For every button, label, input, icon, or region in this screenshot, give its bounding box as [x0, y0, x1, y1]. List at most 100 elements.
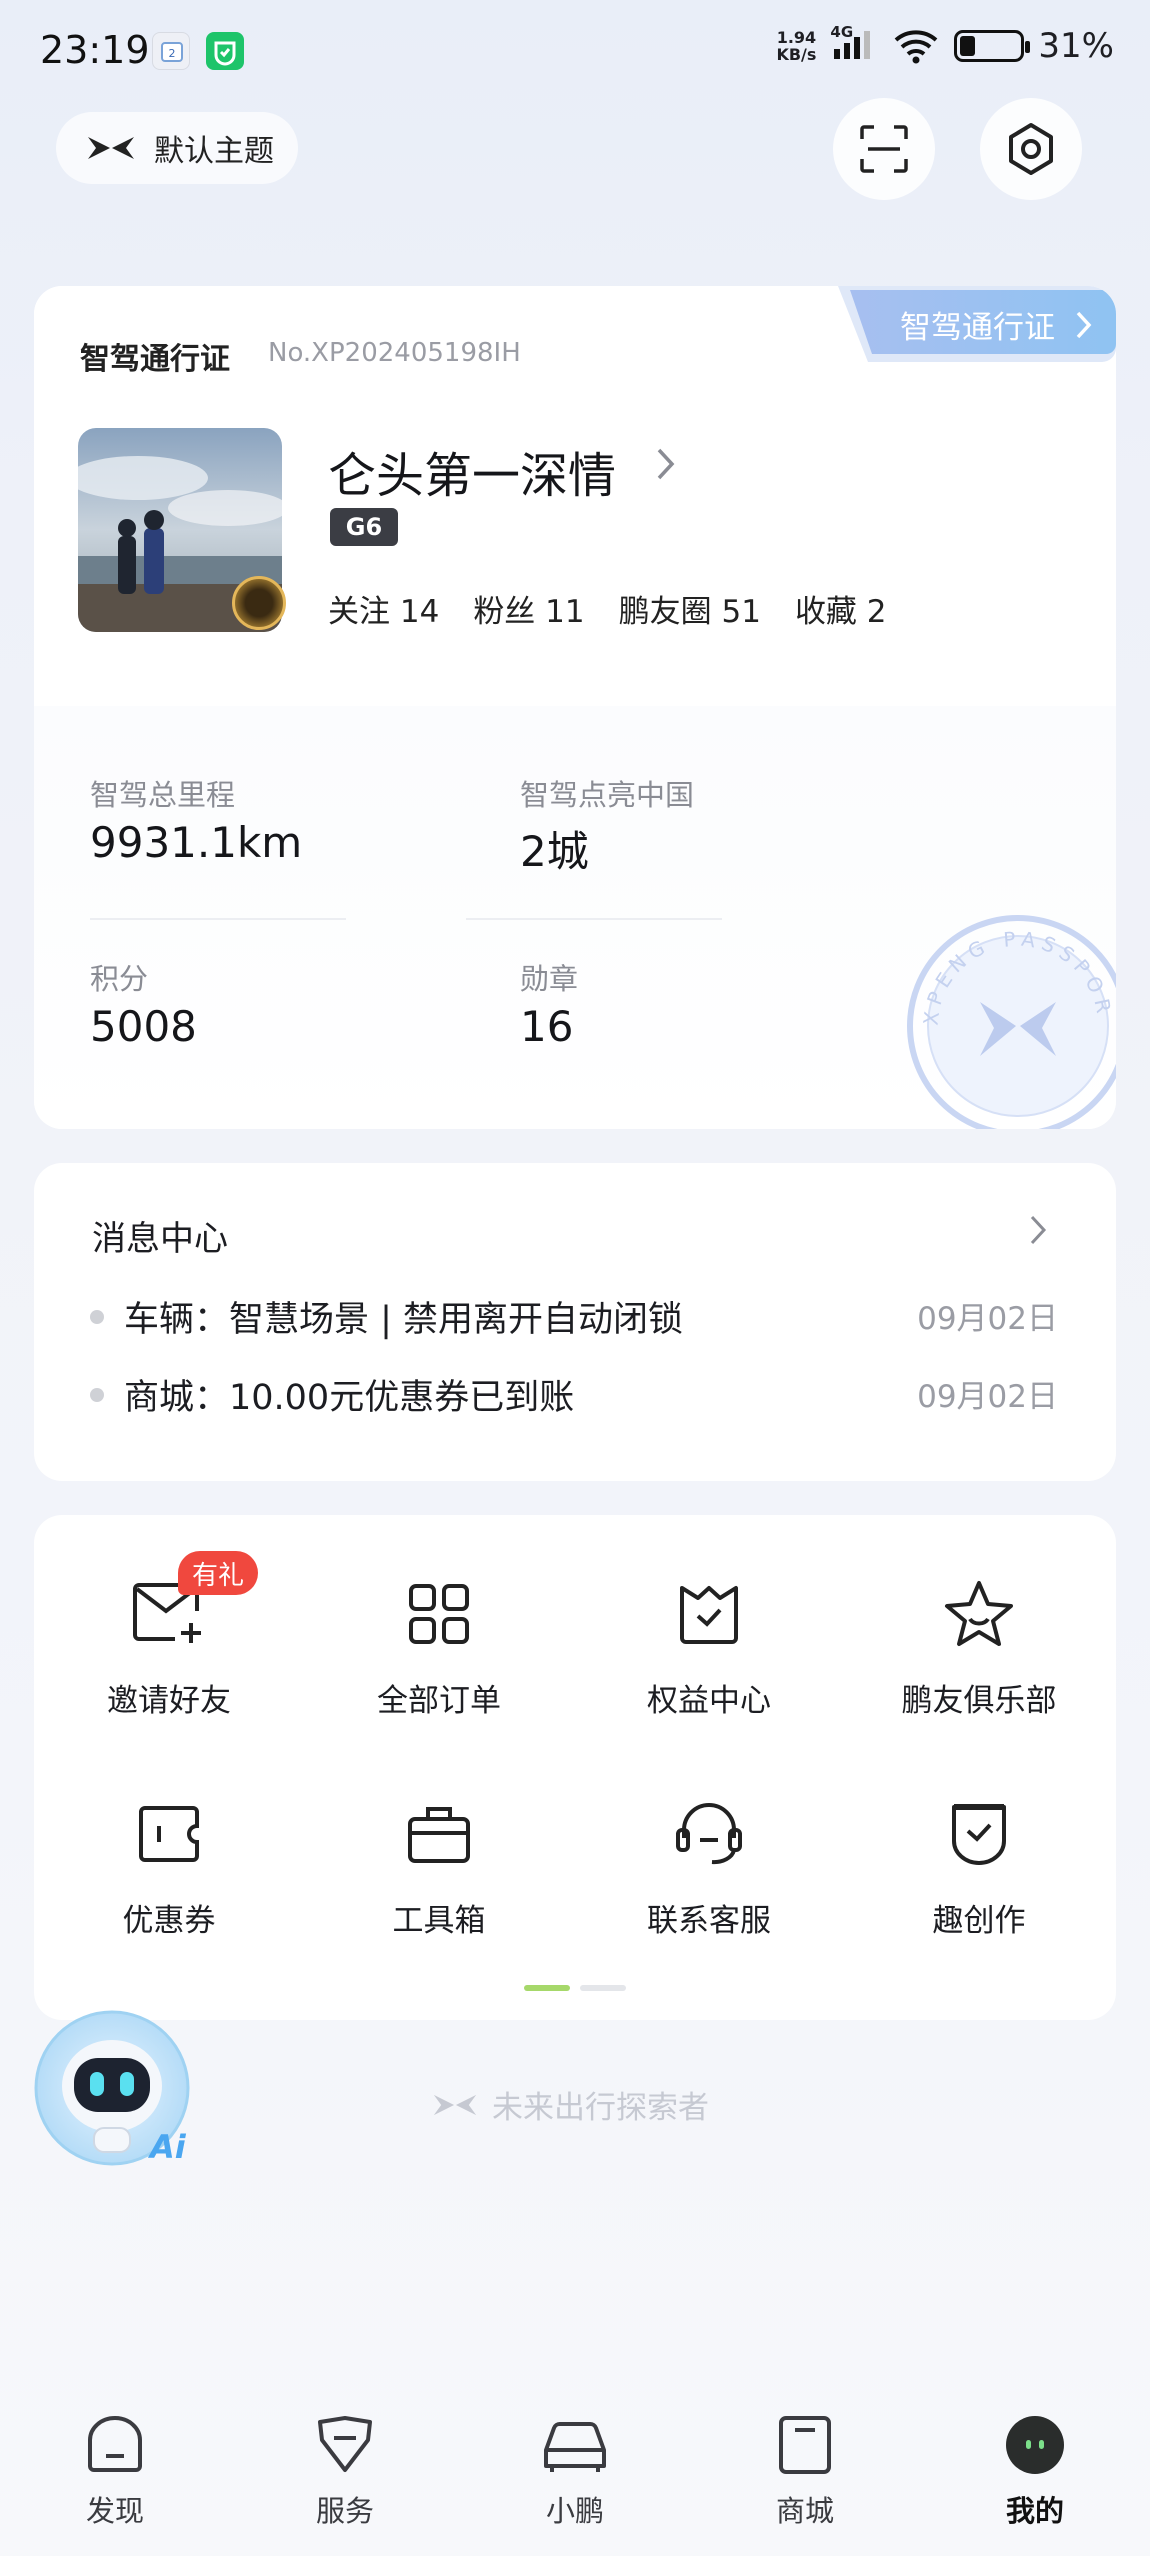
theme-chip[interactable]: 默认主题	[56, 112, 298, 184]
benefits-center-button[interactable]: 权益中心	[574, 1571, 844, 1720]
mileage-value[interactable]: 9931.1km	[90, 818, 302, 867]
battery-percent: 31%	[1038, 26, 1114, 66]
bullet-dot	[90, 1309, 104, 1324]
points-value[interactable]: 5008	[90, 1002, 197, 1051]
coupons-label: 优惠券	[122, 1903, 216, 1939]
passport-stats: 智驾总里程 9931.1km 智驾点亮中国 2城 积分 5008 勋章 16 X…	[34, 706, 1116, 1129]
medals-label: 勋章	[520, 962, 579, 996]
coupons-button[interactable]: 优惠券	[34, 1791, 304, 1940]
ai-label: Ai	[150, 2128, 186, 2166]
moments-stat[interactable]: 鹏友圈 51	[619, 586, 761, 631]
network-type: 4G	[830, 23, 854, 41]
all-orders-button[interactable]: 全部订单	[304, 1571, 574, 1720]
settings-button[interactable]	[980, 98, 1082, 200]
passport-tab-label: 智驾通行证	[900, 310, 1055, 346]
tab-service[interactable]: 服务	[270, 2410, 420, 2530]
message-text: 商城：10.00元优惠券已到账	[124, 1378, 575, 1418]
xpeng-logo-icon	[88, 137, 134, 159]
message-item[interactable]: 商城：10.00元优惠券已到账	[90, 1369, 574, 1420]
tab-xpeng-label: 小鹏	[545, 2494, 604, 2528]
settings-icon	[1009, 123, 1053, 175]
theme-label: 默认主题	[154, 134, 274, 169]
fans-label: 粉丝	[473, 594, 536, 630]
message-item[interactable]: 车辆：智慧场景 | 禁用离开自动闭锁	[90, 1291, 683, 1342]
coupon-icon	[139, 1806, 199, 1862]
username[interactable]: 仑头第一深情	[328, 436, 616, 506]
mall-bag-icon	[779, 2416, 831, 2474]
divider	[466, 918, 722, 920]
star-club-icon	[945, 1581, 1013, 1646]
chevron-right-icon[interactable]	[1028, 1213, 1050, 1247]
follow-count: 14	[399, 594, 440, 630]
fans-stat[interactable]: 粉丝 11	[473, 586, 584, 631]
tab-service-label: 服务	[315, 2494, 374, 2528]
car-icon	[544, 2422, 606, 2472]
tab-mine-label: 我的	[1005, 2494, 1064, 2528]
net-speed-value: 1.94	[776, 28, 817, 47]
tab-discover[interactable]: 发现	[40, 2410, 190, 2530]
create-shield-icon	[952, 1804, 1006, 1865]
all-orders-label: 全部订单	[377, 1683, 501, 1719]
message-date: 09月02日	[917, 1379, 1058, 1415]
security-notification-icon	[206, 32, 244, 70]
moments-count: 51	[721, 594, 761, 630]
message-center-card[interactable]: 消息中心 车辆：智慧场景 | 禁用离开自动闭锁 09月02日 商城：10.00元…	[34, 1163, 1116, 1481]
passport-number: No.XP202405198IH	[268, 338, 521, 368]
service-icon	[318, 2416, 372, 2472]
tab-mall-label: 商城	[775, 2494, 834, 2528]
fans-count: 11	[545, 594, 585, 630]
status-bar: 23:19 2 1.94 KB/s 4G 31%	[0, 0, 1150, 100]
bottom-tab-bar: 发现 服务 小鹏 商城 我的	[0, 2380, 1150, 2556]
level-badge-icon	[232, 576, 286, 630]
club-button[interactable]: 鹏友俱乐部	[844, 1571, 1114, 1720]
toolbox-button[interactable]: 工具箱	[304, 1791, 574, 1940]
customer-service-label: 联系客服	[647, 1903, 771, 1939]
net-speed-unit: KB/s	[776, 45, 817, 64]
moments-label: 鹏友圈	[618, 594, 712, 630]
tab-xpeng[interactable]: 小鹏	[500, 2410, 650, 2530]
cities-label: 智驾点亮中国	[520, 778, 695, 812]
tab-mall[interactable]: 商城	[730, 2410, 880, 2530]
headset-icon	[676, 1803, 742, 1865]
follow-stat[interactable]: 关注 14	[328, 586, 439, 631]
gift-badge: 有礼	[178, 1551, 259, 1595]
pager-active	[524, 1985, 570, 1991]
cities-value[interactable]: 2城	[520, 818, 589, 879]
medals-value[interactable]: 16	[520, 1002, 573, 1051]
scan-icon	[860, 125, 908, 173]
slogan-text: 未来出行探索者	[492, 2090, 709, 2126]
message-text: 车辆：智慧场景 | 禁用离开自动闭锁	[124, 1300, 684, 1340]
club-label: 鹏友俱乐部	[901, 1683, 1057, 1719]
shortcut-grid: 邀请好友 有礼 全部订单 权益中心 鹏友俱乐部 优惠券 工具箱 联系客服 趣创作	[34, 1515, 1116, 2020]
passport-tab-button[interactable]: 智驾通行证	[838, 286, 1116, 370]
follow-label: 关注	[328, 594, 390, 630]
invite-friends-button[interactable]: 邀请好友	[34, 1571, 304, 1720]
passport-title: 智驾通行证	[80, 342, 230, 377]
status-time: 23:19	[40, 28, 150, 72]
passport-card: 智驾通行证 No.XP202405198IH 智驾通行证 仑头第一深情 G6 关…	[34, 286, 1116, 1129]
car-model-badge: G6	[330, 508, 398, 546]
message-date: 09月02日	[917, 1301, 1058, 1337]
favorites-stat[interactable]: 收藏 2	[795, 586, 887, 631]
customer-service-button[interactable]: 联系客服	[574, 1791, 844, 1940]
scan-button[interactable]	[833, 98, 935, 200]
chevron-right-icon[interactable]	[654, 446, 678, 482]
social-stats: 关注 14 粉丝 11 鹏友圈 51 收藏 2	[328, 586, 887, 631]
status-indicators: 1.94 KB/s 4G 31%	[776, 23, 1114, 66]
calendar-notification-icon: 2	[152, 32, 190, 70]
battery-icon	[954, 30, 1031, 62]
passport-stamp-icon: XPENG PASSPORT	[898, 906, 1116, 1129]
create-button[interactable]: 趣创作	[844, 1791, 1114, 1940]
tab-mine[interactable]: 我的	[960, 2410, 1110, 2530]
ai-assistant-button[interactable]: Ai	[34, 2010, 194, 2170]
toolbox-label: 工具箱	[392, 1903, 486, 1939]
message-center-title: 消息中心	[92, 1219, 228, 1259]
grid-orders-icon	[409, 1584, 469, 1644]
slogan: 未来出行探索者	[432, 2082, 709, 2127]
favorites-count: 2	[866, 594, 887, 630]
mileage-label: 智驾总里程	[90, 778, 236, 812]
discover-icon	[88, 2416, 142, 2472]
invite-friends-label: 邀请好友	[107, 1683, 231, 1719]
chevron-right-icon	[1076, 311, 1092, 339]
benefits-center-label: 权益中心	[647, 1683, 771, 1719]
